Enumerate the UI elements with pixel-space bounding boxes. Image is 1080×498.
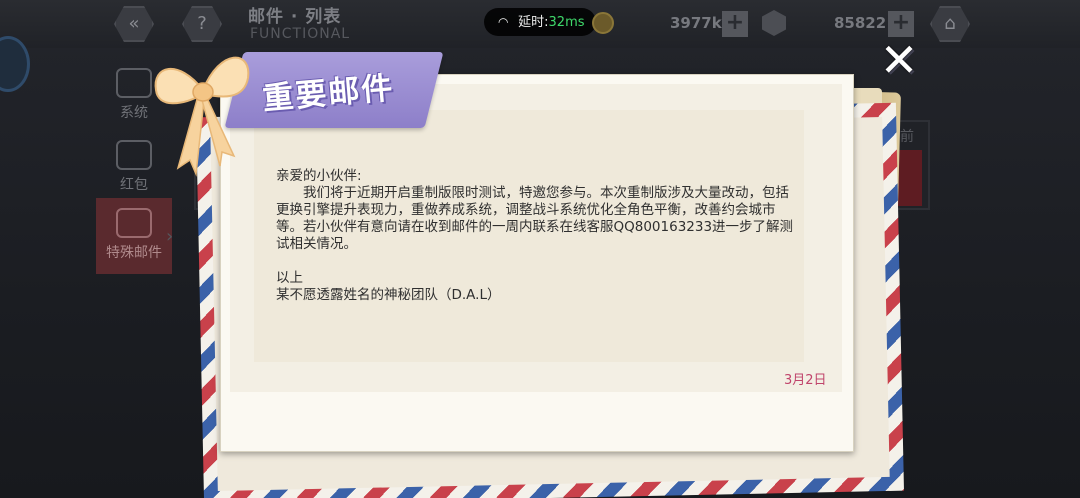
red-envelope-icon [116, 140, 152, 170]
chevron-right-icon: › [166, 226, 174, 247]
coin-icon [592, 12, 614, 34]
crystal-icon [762, 10, 786, 36]
latency-indicator: ◠ 延时:32ms [484, 8, 596, 36]
latency-label: 延时: [518, 15, 549, 30]
add-resource-1-button[interactable]: + [722, 11, 748, 37]
sidebar-item-label: 系统 [120, 105, 148, 121]
resource-2-value: 85822 [834, 14, 887, 32]
mail-body: 亲爱的小伙伴: 我们将于近期开启重制版限时测试，特邀您参与。本次重制版涉及大量改… [276, 168, 796, 304]
chevron-left-icon: « [128, 13, 140, 34]
mail-closing: 以上 [276, 270, 303, 286]
close-icon: ✕ [879, 33, 919, 87]
system-icon [116, 68, 152, 98]
mail-greeting: 亲爱的小伙伴: [276, 168, 362, 184]
mail-content: 我们将于近期开启重制版限时测试，特邀您参与。本次重制版涉及大量改动，包括更换引擎… [276, 185, 794, 252]
mail-icon [116, 208, 152, 238]
page-subtitle: FUNCTIONAL [250, 26, 351, 42]
home-icon: ⌂ [944, 13, 956, 34]
sidebar-item-label: 特殊邮件 [106, 245, 162, 261]
close-button[interactable]: ✕ [876, 37, 922, 84]
resource-1-value: 3977k [670, 14, 722, 32]
sidebar-item-label: 红包 [120, 177, 148, 193]
page-title: 邮件 · 列表 [248, 7, 342, 27]
ribbon-bow-icon [154, 56, 250, 177]
sidebar-item-special-mail[interactable]: 特殊邮件 [96, 198, 172, 274]
latency-value: 32ms [548, 15, 585, 30]
mail-signature: 某不愿透露姓名的神秘团队（D.A.L） [276, 287, 501, 303]
mail-date: 3月2日 [784, 373, 827, 388]
wifi-icon: ◠ [498, 15, 509, 29]
home-button[interactable]: ⌂ [930, 6, 970, 42]
